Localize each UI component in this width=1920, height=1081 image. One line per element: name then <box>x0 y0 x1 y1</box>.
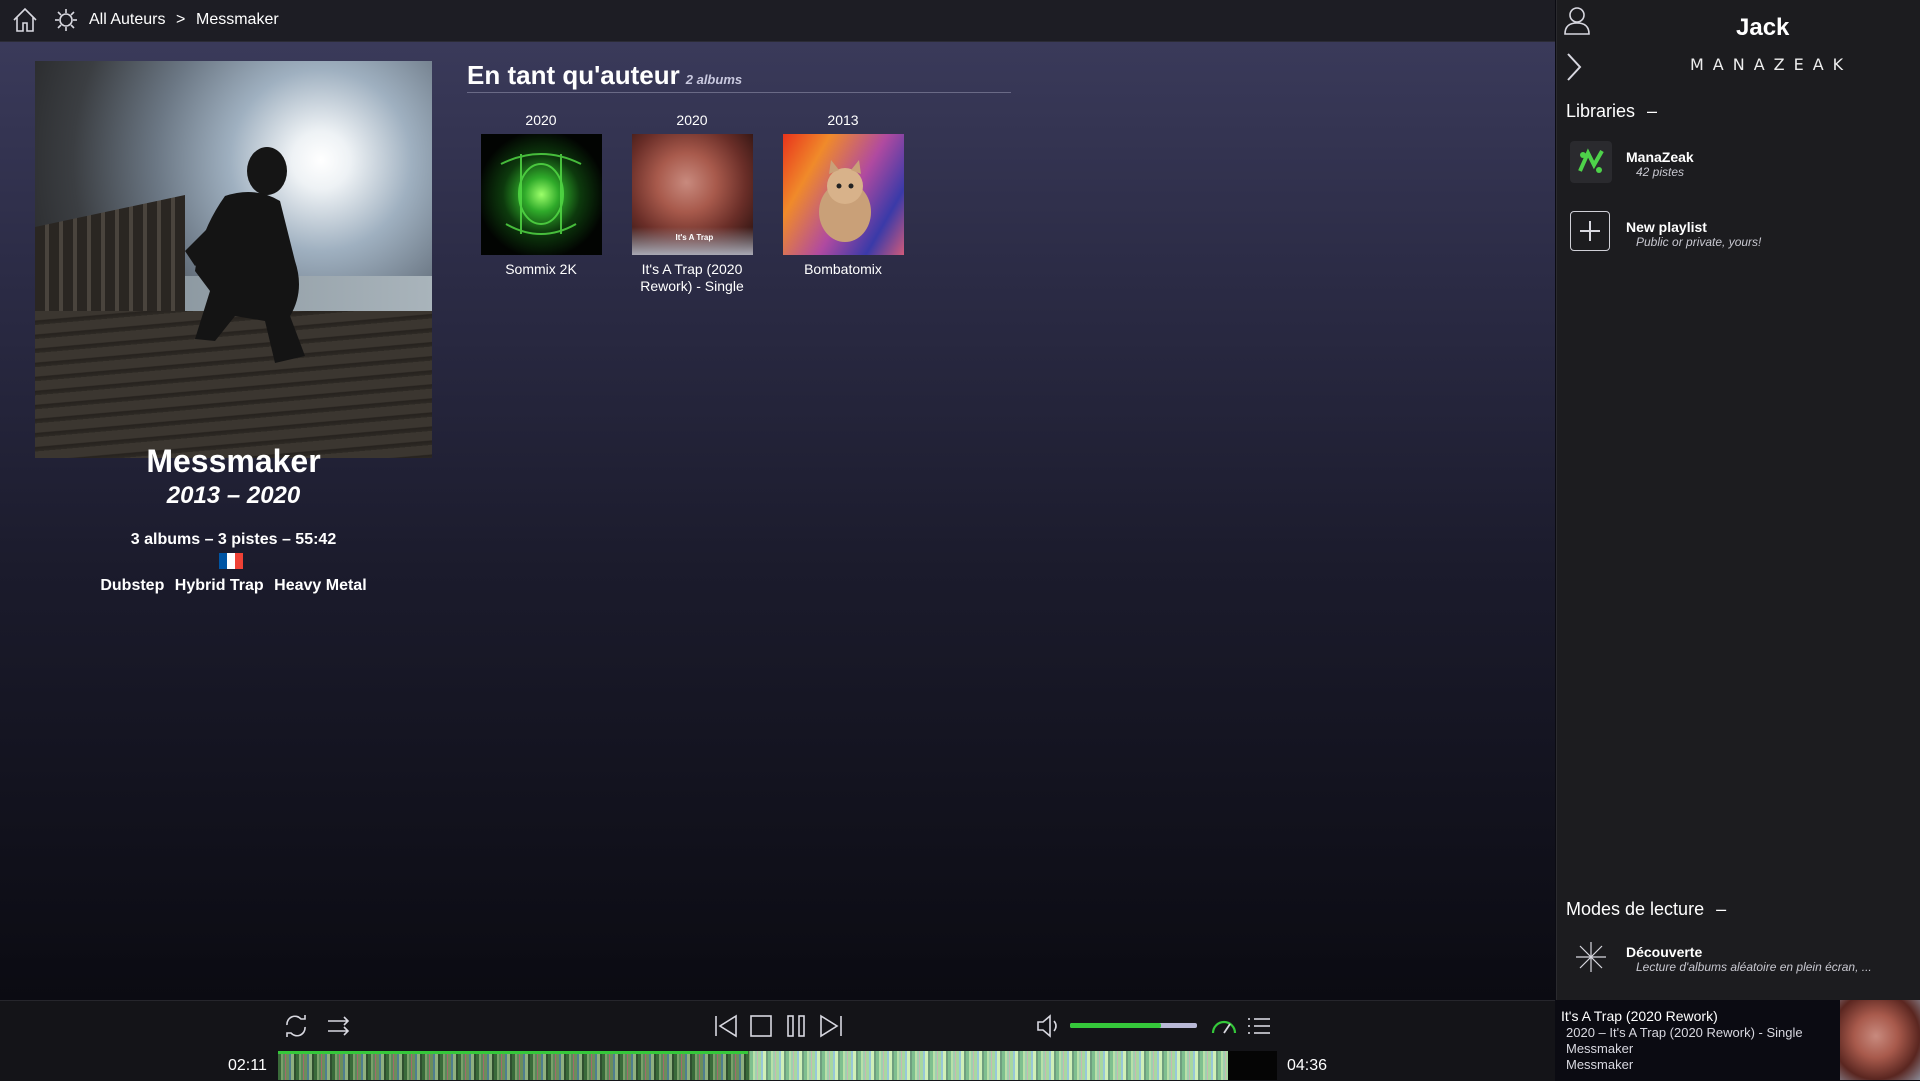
genre-tag[interactable]: Heavy Metal <box>274 577 367 594</box>
section-title-text: En tant qu'auteur <box>467 60 680 90</box>
add-icon[interactable] <box>1570 211 1610 251</box>
artist-stats: 3 albums – 3 pistes – 55:42 <box>130 531 337 548</box>
pause-icon[interactable] <box>781 1011 811 1041</box>
album-cover[interactable] <box>480 134 602 255</box>
album-cover-text: It's A Trap <box>675 233 714 242</box>
album-cover[interactable]: It's A Trap <box>631 134 753 255</box>
genre-tag[interactable]: Hybrid Trap <box>175 577 264 594</box>
mode-title: Découverte <box>1626 944 1703 960</box>
library-thumbnail <box>1570 141 1612 183</box>
album-title: It's A Trap (2020 Rework) - Single <box>640 261 744 294</box>
breadcrumb-root[interactable]: All Auteurs <box>89 11 165 29</box>
stop-icon[interactable] <box>746 1011 776 1041</box>
waveform-seekbar[interactable] <box>278 1051 1277 1080</box>
breadcrumb-current: Messmaker <box>196 11 279 28</box>
home-icon[interactable] <box>11 6 39 34</box>
section-title: En tant qu'auteur 2 albums <box>467 60 742 91</box>
country-flag <box>219 553 243 569</box>
album-title: Bombatomix <box>804 261 882 277</box>
volume-level <box>1070 1023 1162 1028</box>
new-playlist-item[interactable]: New playlist Public or private, yours! <box>1570 211 1910 261</box>
chevron-right-icon[interactable] <box>1564 52 1584 82</box>
album-year: 2013 <box>827 112 859 128</box>
modes-heading-text: Modes de lecture <box>1566 899 1705 919</box>
mode-subtitle: Lecture d'albums aléatoire en plein écra… <box>1636 960 1872 974</box>
section-divider <box>467 92 1011 93</box>
previous-icon[interactable] <box>711 1011 741 1041</box>
volume-slider[interactable] <box>1070 1023 1197 1028</box>
artist-years: 2013 – 2020 <box>166 482 301 509</box>
speedometer-icon[interactable] <box>1209 1011 1239 1041</box>
album-year: 2020 <box>525 112 557 128</box>
collapse-toggle[interactable]: – <box>1647 101 1657 121</box>
sparkle-icon <box>1570 936 1612 978</box>
playlist-subtitle: Public or private, yours! <box>1636 235 1762 249</box>
top-bar: All Auteurs > Messmaker <box>0 0 1555 42</box>
now-playing-cover[interactable] <box>1840 1000 1920 1080</box>
playlist-title: New playlist <box>1626 219 1707 235</box>
library-title: ManaZeak <box>1626 149 1694 165</box>
app-logo: MANAZEAK <box>1690 55 1853 74</box>
album-count: 2 albums <box>685 72 743 87</box>
gear-icon[interactable] <box>52 6 80 34</box>
queue-list-icon[interactable] <box>1244 1011 1274 1041</box>
libraries-heading-text: Libraries <box>1566 101 1636 121</box>
user-name: Jack <box>1736 14 1790 41</box>
modes-heading[interactable]: Modes de lecture – <box>1566 899 1726 920</box>
now-playing-artist: Messmaker <box>1566 1041 1634 1056</box>
album-year: 2020 <box>676 112 708 128</box>
library-subtitle: 42 pistes <box>1636 165 1685 179</box>
album-card[interactable]: 2020 It's A Trap It's A Trap (2020 Rewor… <box>617 112 767 295</box>
album-cover[interactable] <box>782 134 904 255</box>
now-playing-composer: Messmaker <box>1566 1057 1634 1072</box>
volume-icon[interactable] <box>1034 1011 1064 1041</box>
now-playing-album: 2020 – It's A Trap (2020 Rework) - Singl… <box>1566 1025 1803 1040</box>
shuffle-icon[interactable] <box>324 1011 354 1041</box>
mode-item-discovery[interactable]: Découverte Lecture d'albums aléatoire en… <box>1570 936 1910 986</box>
elapsed-time: 02:11 <box>228 1057 267 1074</box>
album-title: Sommix 2K <box>505 261 577 277</box>
playback-progress <box>278 1051 748 1054</box>
library-item-manazeak[interactable]: ManaZeak 42 pistes <box>1570 141 1910 191</box>
artist-name: Messmaker <box>146 443 321 479</box>
artist-photo <box>35 61 432 458</box>
repeat-icon[interactable] <box>281 1011 311 1041</box>
total-duration: 04:36 <box>1287 1057 1328 1074</box>
breadcrumb-separator: > <box>176 11 186 28</box>
user-icon[interactable] <box>1562 4 1592 36</box>
genre-list: Dubstep Hybrid Trap Heavy Metal <box>35 577 432 595</box>
libraries-heading[interactable]: Libraries – <box>1566 101 1657 122</box>
genre-tag[interactable]: Dubstep <box>100 577 164 594</box>
album-card[interactable]: 2013 Bombatomix <box>768 112 918 278</box>
now-playing-title[interactable]: It's A Trap (2020 Rework) <box>1561 1008 1718 1024</box>
album-card[interactable]: 2020 Sommix 2K <box>466 112 616 278</box>
collapse-toggle[interactable]: – <box>1716 899 1726 919</box>
next-icon[interactable] <box>816 1011 846 1041</box>
